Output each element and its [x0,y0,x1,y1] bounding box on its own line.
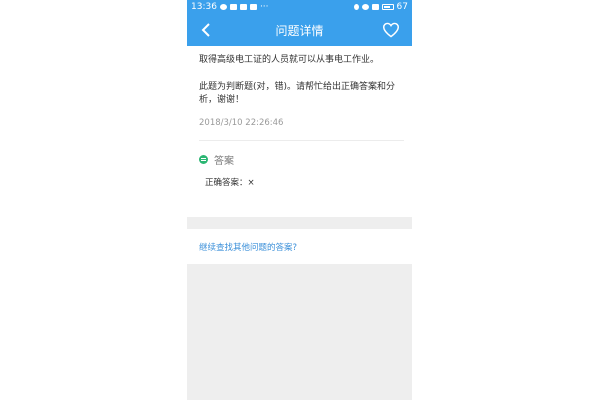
app-icon [249,4,257,10]
answer-header: 答案 [187,141,412,167]
bluetooth-icon [353,4,359,10]
notification-icon [229,4,237,10]
question-note: 此题为判断题(对，错)。请帮忙给出正确答案和分析，谢谢！ [199,82,396,105]
page-title: 问题详情 [275,23,324,38]
more-notifications: ··· [259,2,269,12]
status-bar: 13:36 ··· 67 [187,0,412,14]
mail-icon [239,4,247,10]
nav-bar: 问题详情 [187,14,412,46]
status-time: 13:36 [191,2,217,12]
more-answers-link[interactable]: 继续查找其他问题的答案? [199,241,297,253]
signal-icon [371,4,379,10]
message-icon [219,4,227,10]
alarm-icon [361,4,369,10]
answer-title: 答案 [214,156,234,167]
answer-icon [199,155,208,164]
question-section: 取得高级电工证的人员就可以从事电工作业。 此题为判断题(对，错)。请帮忙给出正确… [187,46,412,128]
question-text: 取得高级电工证的人员就可以从事电工作业。 [199,55,380,65]
empty-area [187,264,412,400]
heart-icon[interactable] [382,22,400,38]
section-separator [187,217,412,229]
answer-content: 正确答案：× [205,178,255,188]
battery-level: 67 [396,2,408,12]
chevron-left-icon[interactable] [199,22,215,38]
battery-icon [381,4,394,10]
question-time: 2018/3/10 22:26:46 [199,118,284,128]
app-screen: 13:36 ··· 67 问题详情 取得高级电工证的人员就可以从事电工作业。 此… [187,0,412,400]
